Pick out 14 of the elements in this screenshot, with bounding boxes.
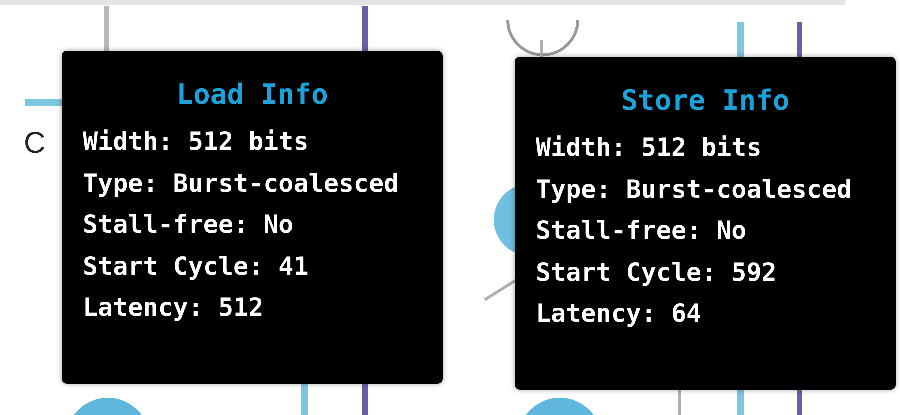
info-line: Stall-free: No: [83, 209, 294, 241]
info-line: Width: 512 bits: [83, 126, 309, 158]
info-line: Start Cycle: 592: [536, 256, 777, 288]
info-line: Latency: 512: [83, 292, 264, 324]
tooltip-title: Store Info: [620, 83, 791, 119]
info-line: Type: Burst-coalesced: [83, 168, 400, 200]
info-line: Type: Burst-coalesced: [536, 174, 852, 206]
info-line: Start Cycle: 41: [83, 250, 309, 282]
node-label: C: [24, 126, 46, 162]
tooltip-title: Load Info: [176, 77, 330, 113]
connector-line: [540, 40, 544, 60]
info-line: Stall-free: No: [536, 215, 747, 247]
info-line: Width: 512 bits: [536, 132, 762, 164]
info-line: Latency: 64: [536, 298, 702, 330]
